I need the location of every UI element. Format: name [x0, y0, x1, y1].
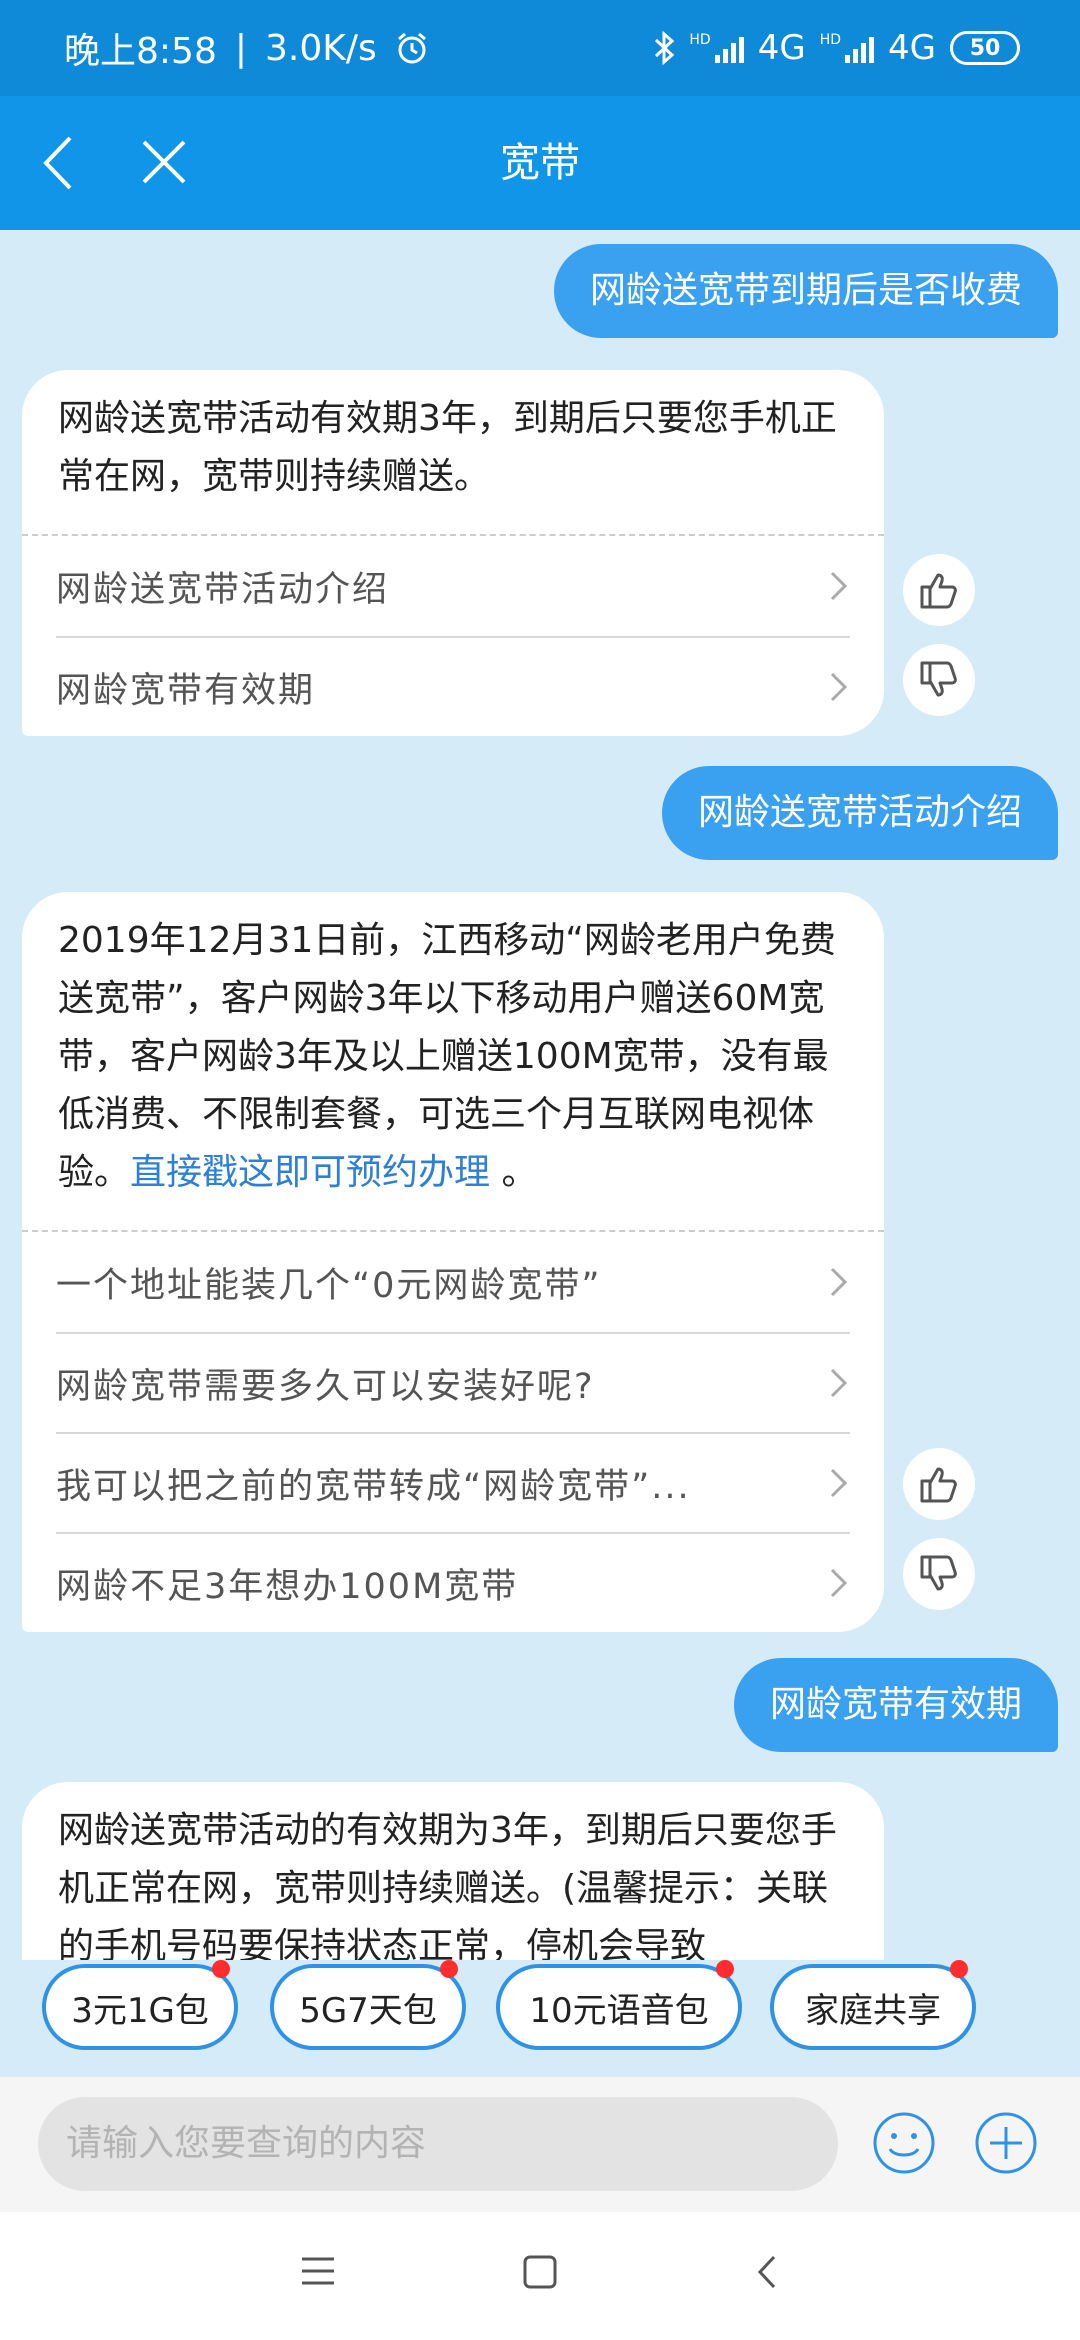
notification-dot — [950, 1960, 968, 1978]
home-icon[interactable] — [522, 2254, 558, 2290]
page-title: 宽带 — [500, 140, 580, 186]
signal-icon — [714, 33, 744, 63]
quick-chip-label: 3元1G包 — [71, 1990, 209, 2031]
system-nav-bar — [0, 2212, 1080, 2340]
quick-chip-label: 家庭共享 — [805, 1990, 941, 2031]
suggestion-item[interactable]: 一个地址能装几个“0元网龄宽带” — [56, 1232, 850, 1332]
notification-dot — [212, 1960, 230, 1978]
network-speed: 3.0K/s — [264, 27, 377, 69]
emoji-icon[interactable] — [872, 2111, 936, 2175]
chevron-right-icon — [830, 1267, 848, 1297]
suggestion-item[interactable]: 网龄宽带有效期 — [56, 636, 850, 736]
notification-dot — [716, 1960, 734, 1978]
thumbs-down-button[interactable] — [903, 1538, 975, 1610]
thumbs-up-icon — [920, 1467, 957, 1503]
chevron-right-icon — [830, 1468, 848, 1498]
quick-chip[interactable]: 家庭共享 — [770, 1960, 976, 2050]
suggestion-label: 网龄不足3年想办100M宽带 — [56, 1566, 519, 1607]
thumbs-down-button[interactable] — [903, 644, 975, 716]
chevron-right-icon — [830, 1368, 848, 1398]
thumbs-down-icon — [920, 1555, 957, 1591]
title-bar: 宽带 — [0, 96, 1080, 230]
hd-label: HD — [689, 32, 711, 48]
suggestion-label: 网龄送宽带活动介绍 — [56, 569, 390, 610]
suggestion-item[interactable]: 我可以把之前的宽带转成“网龄宽带”... — [56, 1432, 850, 1532]
signal-icon — [845, 33, 875, 63]
quick-chip[interactable]: 5G7天包 — [270, 1960, 466, 2050]
suggestion-label: 网龄宽带有效期 — [56, 670, 316, 711]
chevron-right-icon — [830, 571, 848, 601]
chevron-right-icon — [830, 672, 848, 702]
battery-icon: 50 — [950, 31, 1020, 65]
thumbs-up-button[interactable] — [903, 1448, 975, 1520]
bot-reply-card: 网龄送宽带活动的有效期为3年，到期后只要您手机正常在网，宽带则持续赠送。(温馨提… — [22, 1782, 884, 1960]
quick-chip[interactable]: 10元语音包 — [496, 1960, 742, 2050]
bot-reply-text: 2019年12月31日前，江西移动“网龄老用户免费送宽带”，客户网龄3年以下移动… — [22, 892, 884, 1230]
suggestion-label: 我可以把之前的宽带转成“网龄宽带”... — [56, 1466, 691, 1507]
suggestion-item[interactable]: 网龄不足3年想办100M宽带 — [56, 1532, 850, 1632]
appointment-link[interactable]: 直接戳这即可预约办理 — [130, 1152, 490, 1193]
back-nav-icon[interactable] — [756, 2254, 778, 2290]
suggestion-item[interactable]: 网龄送宽带活动介绍 — [56, 536, 850, 636]
notification-dot — [440, 1960, 458, 1978]
chevron-right-icon — [830, 1568, 848, 1598]
user-message: 网龄送宽带活动介绍 — [661, 766, 1058, 860]
quick-chip[interactable]: 3元1G包 — [42, 1960, 238, 2050]
network-type: 4G — [757, 28, 806, 68]
suggestion-item[interactable]: 网龄宽带需要多久可以安装好呢? — [56, 1332, 850, 1432]
add-icon[interactable] — [974, 2111, 1038, 2175]
suggestion-label: 一个地址能装几个“0元网龄宽带” — [56, 1265, 602, 1306]
network-type: 4G — [888, 28, 936, 68]
thumbs-down-icon — [920, 661, 957, 697]
input-bar: 请输入您要查询的内容 — [0, 2076, 1080, 2212]
quick-chip-label: 10元语音包 — [529, 1990, 709, 2031]
chat-area[interactable]: 网龄送宽带到期后是否收费 网龄送宽带活动有效期3年，到期后只要您手机正常在网，宽… — [0, 230, 1080, 1960]
quick-reply-bar: 3元1G包 5G7天包 10元语音包 家庭共享 — [0, 1960, 1080, 2076]
bot-reply-card: 2019年12月31日前，江西移动“网龄老用户免费送宽带”，客户网龄3年以下移动… — [22, 892, 884, 1632]
user-message: 网龄宽带有效期 — [733, 1658, 1058, 1752]
bot-reply-card: 网龄送宽带活动有效期3年，到期后只要您手机正常在网，宽带则持续赠送。 网龄送宽带… — [22, 370, 884, 736]
quick-chip-label: 5G7天包 — [299, 1990, 437, 2031]
status-time: 晚上8:58 — [64, 31, 217, 72]
menu-icon[interactable] — [300, 2254, 336, 2288]
bot-reply-text: 网龄送宽带活动的有效期为3年，到期后只要您手机正常在网，宽带则持续赠送。(温馨提… — [58, 1810, 837, 1960]
thumbs-up-button[interactable] — [903, 554, 975, 626]
bluetooth-icon — [655, 31, 675, 65]
bot-reply-tail: 。 — [490, 1152, 538, 1193]
user-message: 网龄送宽带到期后是否收费 — [553, 244, 1058, 338]
suggestion-label: 网龄宽带需要多久可以安装好呢? — [56, 1366, 595, 1407]
hd-label: HD — [819, 32, 842, 48]
query-input[interactable]: 请输入您要查询的内容 — [38, 2097, 838, 2191]
alarm-icon — [397, 32, 426, 64]
bot-reply-text: 网龄送宽带活动有效期3年，到期后只要您手机正常在网，宽带则持续赠送。 — [58, 398, 837, 497]
status-bar: 晚上8:58 | 3.0K/s HD 4G HD 4G 50 — [0, 0, 1080, 96]
thumbs-up-icon — [920, 573, 957, 609]
status-separator: | — [234, 27, 247, 69]
